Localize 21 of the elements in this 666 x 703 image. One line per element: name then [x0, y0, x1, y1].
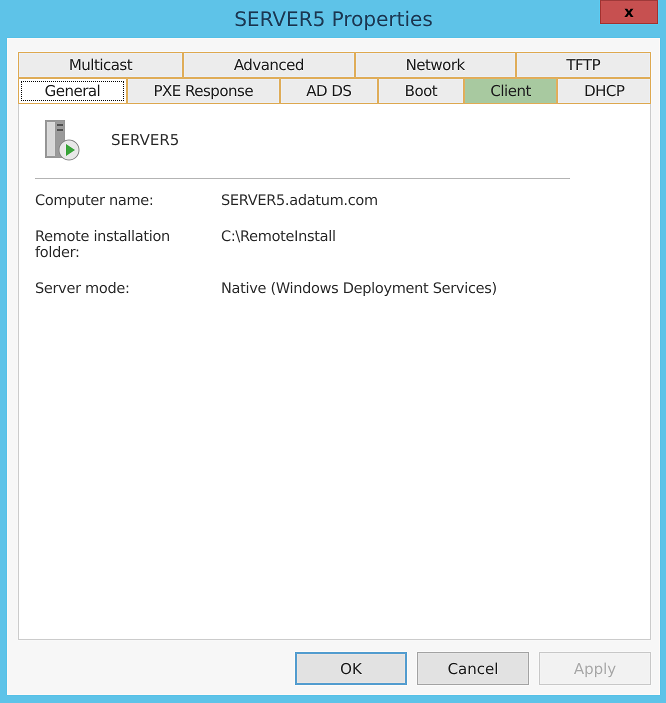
tab[interactable]: Advanced — [182, 52, 355, 78]
tab[interactable]: TFTP — [516, 52, 651, 78]
close-button[interactable]: x — [600, 0, 658, 24]
property-label: Remote installation folder: — [35, 229, 171, 261]
dialog-button[interactable]: Cancel — [417, 652, 529, 685]
property-value: C:\RemoteInstall — [221, 229, 337, 247]
dialog-button[interactable]: OK — [295, 652, 407, 685]
property-value: SERVER5.adatum.com — [221, 193, 379, 209]
window-title: SERVER5 Properties — [234, 7, 433, 31]
server-name: SERVER5 — [111, 131, 180, 149]
property-label: Computer name: — [35, 193, 154, 209]
tab[interactable]: Client — [464, 78, 558, 104]
tab[interactable]: Multicast — [18, 52, 183, 78]
property-label: Server mode: — [35, 281, 131, 297]
tab[interactable]: AD DS — [280, 78, 378, 104]
tab[interactable]: General — [18, 78, 127, 104]
tab[interactable]: Boot — [378, 78, 464, 104]
property-value: Native (Windows Deployment Services) — [221, 281, 498, 297]
tab[interactable]: PXE Response — [126, 78, 280, 104]
tab[interactable]: DHCP — [557, 78, 652, 104]
tab[interactable]: Network — [354, 52, 516, 78]
